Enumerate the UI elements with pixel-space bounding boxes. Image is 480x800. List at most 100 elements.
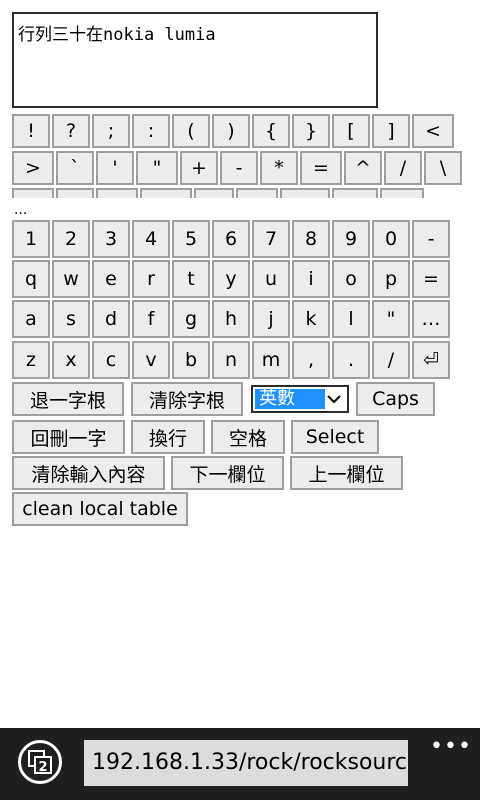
keyboard-key[interactable]: w [52, 260, 90, 298]
keyboard-key[interactable]: " [372, 300, 410, 338]
symbol-key[interactable]: > [12, 151, 54, 185]
keyboard-row-1: 1234567890- [12, 220, 452, 258]
keyboard-key[interactable]: 7 [252, 220, 290, 258]
keyboard-key[interactable]: d [92, 300, 130, 338]
symbol-key[interactable]: [ [332, 114, 370, 148]
keyboard-key[interactable]: / [372, 341, 410, 379]
keyboard-key[interactable]: ⏎ [412, 341, 450, 379]
keyboard-key[interactable]: , [292, 341, 330, 379]
symbol-key[interactable]: } [292, 114, 330, 148]
symbol-key[interactable]: ? [52, 114, 90, 148]
keyboard-key[interactable]: c [92, 341, 130, 379]
keyboard-key[interactable]: y [212, 260, 250, 298]
more-options-button[interactable]: ••• [430, 734, 472, 759]
symbol-key[interactable]: ` [56, 151, 94, 185]
keyboard-key[interactable]: 9 [332, 220, 370, 258]
keyboard-key[interactable]: n [212, 341, 250, 379]
browser-address-bar: 2 192.168.1.33/rock/rocksources ••• [0, 728, 480, 800]
keyboard-key[interactable]: f [132, 300, 170, 338]
keyboard-key[interactable]: t [172, 260, 210, 298]
keyboard-key[interactable]: x [52, 341, 90, 379]
keyboard-key[interactable]: 1 [12, 220, 50, 258]
keyboard-row-2: q w e r t y u i o p = [12, 260, 452, 298]
url-field[interactable]: 192.168.1.33/rock/rocksources [84, 740, 408, 786]
clear-input-button[interactable]: 清除輸入內容 [12, 456, 165, 490]
keyboard-key[interactable]: k [292, 300, 330, 338]
keyboard-key[interactable]: z [12, 341, 50, 379]
keyboard-key[interactable]: o [332, 260, 370, 298]
symbol-key[interactable]: = [300, 151, 342, 185]
tabs-button[interactable]: 2 [18, 740, 62, 784]
symbol-row-2: > ` ' " + - * = ^ / \ [12, 151, 464, 185]
keyboard-key[interactable]: g [172, 300, 210, 338]
keyboard-row-3: a s d f g h j k l "… [12, 300, 452, 338]
symbol-key[interactable]: ; [92, 114, 130, 148]
keyboard-key[interactable]: … [412, 300, 450, 338]
symbol-key[interactable]: : [132, 114, 170, 148]
symbol-key[interactable] [96, 188, 138, 198]
symbol-key[interactable] [56, 188, 94, 198]
keyboard-key[interactable]: 2 [52, 220, 90, 258]
keyboard-key[interactable]: i [292, 260, 330, 298]
keyboard-key[interactable]: l [332, 300, 370, 338]
keyboard-key[interactable]: 4 [132, 220, 170, 258]
caps-button[interactable]: Caps [356, 382, 435, 416]
symbol-key[interactable]: { [252, 114, 290, 148]
newline-button[interactable]: 換行 [131, 420, 205, 454]
keyboard-key[interactable]: 8 [292, 220, 330, 258]
prev-field-button[interactable]: 上一欄位 [290, 456, 403, 490]
input-mode-value: 英數 [255, 389, 325, 409]
symbol-key[interactable]: ] [372, 114, 410, 148]
symbol-key[interactable] [140, 188, 192, 198]
symbol-key[interactable]: + [180, 151, 218, 185]
symbol-key[interactable]: / [384, 151, 422, 185]
symbol-key[interactable] [12, 188, 54, 198]
keyboard-key[interactable]: q [12, 260, 50, 298]
symbol-key[interactable] [280, 188, 330, 198]
symbol-key[interactable] [194, 188, 234, 198]
symbol-key[interactable] [380, 188, 424, 198]
tab-count: 2 [38, 760, 47, 775]
clear-roots-button[interactable]: 清除字根 [131, 382, 243, 416]
symbol-key[interactable]: ! [12, 114, 50, 148]
keyboard-key[interactable]: . [332, 341, 370, 379]
keyboard-key[interactable]: 6 [212, 220, 250, 258]
keyboard-key[interactable]: r [132, 260, 170, 298]
keyboard-key[interactable]: p [372, 260, 410, 298]
keyboard-key[interactable]: a [12, 300, 50, 338]
text-input-area[interactable]: 行列三十在nokia lumia [12, 12, 378, 108]
delete-root-button[interactable]: 退一字根 [12, 382, 124, 416]
keyboard-key[interactable]: b [172, 341, 210, 379]
symbol-key[interactable]: - [220, 151, 258, 185]
keyboard-key[interactable]: m [252, 341, 290, 379]
symbol-key[interactable] [236, 188, 278, 198]
next-field-button[interactable]: 下一欄位 [171, 456, 284, 490]
keyboard-key[interactable]: e [92, 260, 130, 298]
symbol-key[interactable]: \ [424, 151, 462, 185]
keyboard-key[interactable]: u [252, 260, 290, 298]
delete-char-button[interactable]: 回刪一字 [12, 420, 125, 454]
symbol-key[interactable]: ' [96, 151, 134, 185]
symbol-key[interactable]: < [412, 114, 454, 148]
select-button[interactable]: Select [291, 420, 379, 454]
symbol-key[interactable] [332, 188, 378, 198]
keyboard-key[interactable]: s [52, 300, 90, 338]
clean-local-table-button[interactable]: clean local table [12, 492, 188, 526]
symbol-key[interactable]: ) [212, 114, 250, 148]
chevron-down-icon [327, 395, 341, 404]
input-mode-select[interactable]: 英數 [251, 385, 349, 413]
keyboard-key[interactable]: v [132, 341, 170, 379]
symbol-key[interactable]: ( [172, 114, 210, 148]
space-button[interactable]: 空格 [211, 420, 285, 454]
keyboard-key[interactable]: h [212, 300, 250, 338]
keyboard-key[interactable]: j [252, 300, 290, 338]
symbol-key[interactable]: * [260, 151, 298, 185]
keyboard-key[interactable]: 0 [372, 220, 410, 258]
symbol-key[interactable]: ^ [344, 151, 382, 185]
keyboard-key[interactable]: - [412, 220, 450, 258]
symbol-key[interactable]: " [136, 151, 178, 185]
keyboard-key[interactable]: = [412, 260, 450, 298]
keyboard-key[interactable]: 5 [172, 220, 210, 258]
keyboard-key[interactable]: 3 [92, 220, 130, 258]
tabs-icon: 2 [28, 750, 52, 775]
